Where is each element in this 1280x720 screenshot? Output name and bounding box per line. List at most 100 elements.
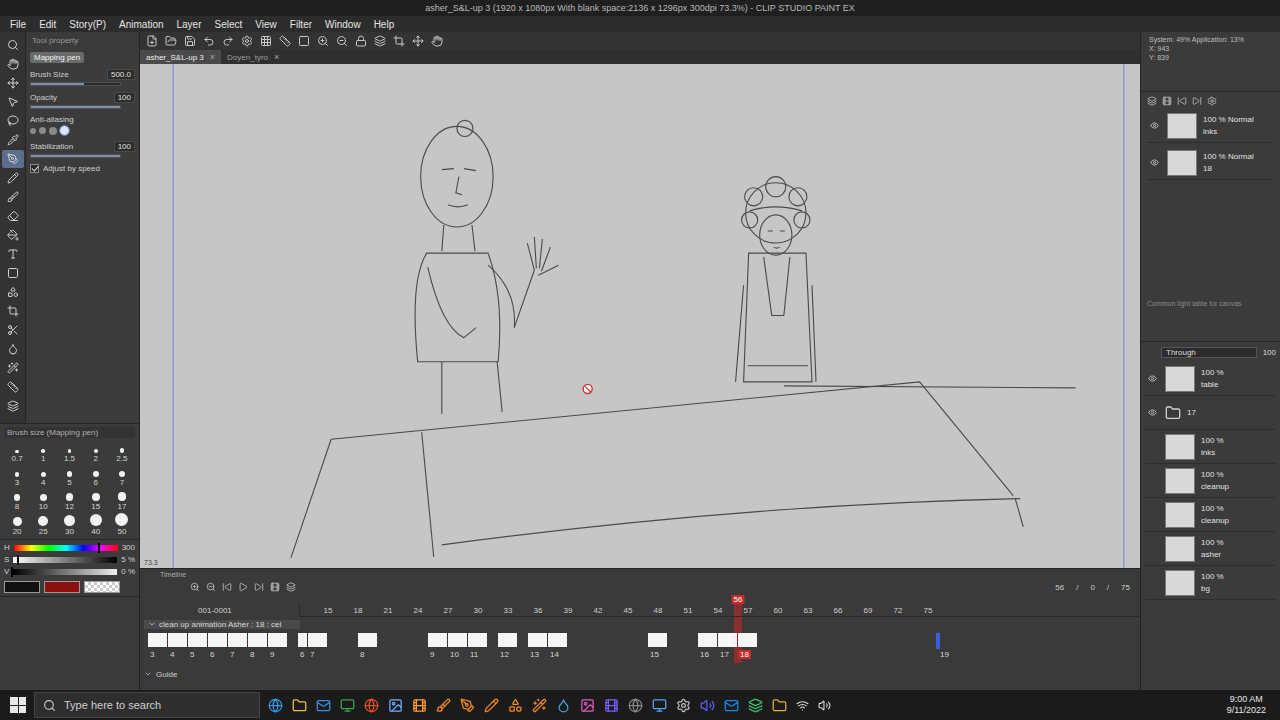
command-icon[interactable] [431,35,443,47]
menu-item[interactable]: File [10,19,26,30]
app-icon[interactable] [580,698,595,713]
expand-icon[interactable] [144,670,152,678]
brush-preset[interactable]: 3 [4,465,30,487]
eye-icon[interactable] [1150,158,1159,167]
tool-button[interactable] [2,207,24,225]
menu-item[interactable]: View [255,19,277,30]
color-slider[interactable] [13,569,117,575]
sketch-drawing[interactable] [140,64,1140,568]
cel-block[interactable] [308,633,327,647]
tool-button[interactable] [2,36,24,54]
next-icon[interactable] [1192,96,1202,106]
app-icon[interactable] [364,698,379,713]
zoom-in-icon[interactable] [190,582,200,592]
zoom-out-icon[interactable] [206,582,216,592]
app-icon[interactable] [316,698,331,713]
close-button[interactable]: × [210,52,215,62]
brush-preset[interactable]: 40 [83,513,109,536]
color-value[interactable]: 0 % [121,567,135,576]
menu-item[interactable]: Layer [177,19,202,30]
command-icon[interactable] [393,35,405,47]
tool-button[interactable] [2,340,24,358]
cel-block[interactable] [548,633,567,647]
tool-button[interactable] [2,112,24,130]
prop-value[interactable]: 500.0 [107,69,135,80]
brush-preset[interactable]: 1.5 [56,441,82,463]
blend-mode[interactable]: Through [1161,347,1257,358]
cel-block[interactable] [718,633,737,647]
command-icon[interactable] [146,35,158,47]
app-icon[interactable] [700,698,715,713]
opacity-slider[interactable] [30,105,121,109]
layer-opacity[interactable]: 100 [1263,348,1276,357]
eye-cell[interactable] [1147,121,1161,130]
app-icon[interactable] [748,698,763,713]
tool-button[interactable] [2,131,24,149]
cel-icon[interactable] [1162,96,1172,106]
prop-value[interactable]: 100 [114,141,135,152]
slider-thumb[interactable] [98,543,100,553]
app-icon[interactable] [604,698,619,713]
panel-tab[interactable]: Tool property [30,35,135,46]
brush-preset[interactable]: 15 [83,489,109,511]
app-icon[interactable] [412,698,427,713]
command-icon[interactable] [336,35,348,47]
menu-item[interactable]: Story(P) [69,19,106,30]
brush-preset[interactable]: 0.7 [4,441,30,463]
app-icon[interactable] [676,698,691,713]
clock[interactable]: 9:00 AM9/11/2022 [1227,694,1274,716]
tool-button[interactable] [2,169,24,187]
tool-button[interactable] [2,188,24,206]
timeline-layer-name[interactable]: clean up animation Asher : 18 : cel [144,620,300,629]
command-icon[interactable] [355,35,367,47]
color-slider[interactable] [13,557,117,563]
cel-block[interactable] [298,633,307,647]
cel-block[interactable] [428,633,447,647]
app-icon[interactable] [508,698,523,713]
command-icon[interactable] [203,35,215,47]
eye-cell[interactable] [1145,374,1159,383]
menu-item[interactable]: Select [215,19,243,30]
color-swatch[interactable] [84,581,120,593]
brush-preset[interactable]: 20 [4,513,30,536]
brush-preset[interactable]: 10 [30,489,56,511]
anti-aliasing-option[interactable] [49,127,57,135]
app-icon[interactable] [436,698,451,713]
command-icon[interactable] [184,35,196,47]
cel-block[interactable] [268,633,287,647]
expand-icon[interactable] [148,620,156,628]
cel-block[interactable] [168,633,187,647]
app-icon[interactable] [772,698,787,713]
app-icon[interactable] [556,698,571,713]
layer-row[interactable]: 100 %table [1145,362,1276,396]
slider-thumb[interactable] [17,555,19,565]
cel-layer-row[interactable]: 100 % Normal18 [1147,146,1274,180]
layer-row[interactable]: 100 %cleanup [1145,464,1276,498]
layer-row[interactable]: 17 [1145,396,1276,430]
skip-back-icon[interactable] [222,582,232,592]
close-button[interactable]: × [274,52,279,62]
tool-button[interactable] [2,397,24,415]
tool-button[interactable] [2,302,24,320]
app-icon[interactable] [268,698,283,713]
cel-block[interactable] [698,633,717,647]
wifi-icon[interactable] [796,699,809,712]
previous-icon[interactable] [1177,96,1187,106]
adjust-by-speed[interactable]: Adjust by speed [30,164,135,173]
menu-item[interactable]: Window [325,19,361,30]
tool-button[interactable] [2,93,24,111]
play-icon[interactable] [238,582,248,592]
cel-block[interactable] [468,633,487,647]
menu-item[interactable]: Edit [39,19,56,30]
app-icon[interactable] [292,698,307,713]
taskbar-search[interactable]: Type here to search [34,692,260,718]
brush-preset[interactable]: 5 [56,465,82,487]
brush-preset[interactable]: 25 [30,513,56,536]
anti-aliasing-option[interactable] [30,128,36,134]
brush-preset[interactable]: 12 [56,489,82,511]
command-icon[interactable] [165,35,177,47]
prop-value[interactable]: 100 [114,92,135,103]
eye-icon[interactable] [1148,374,1157,383]
app-icon[interactable] [340,698,355,713]
cel-block[interactable] [188,633,207,647]
